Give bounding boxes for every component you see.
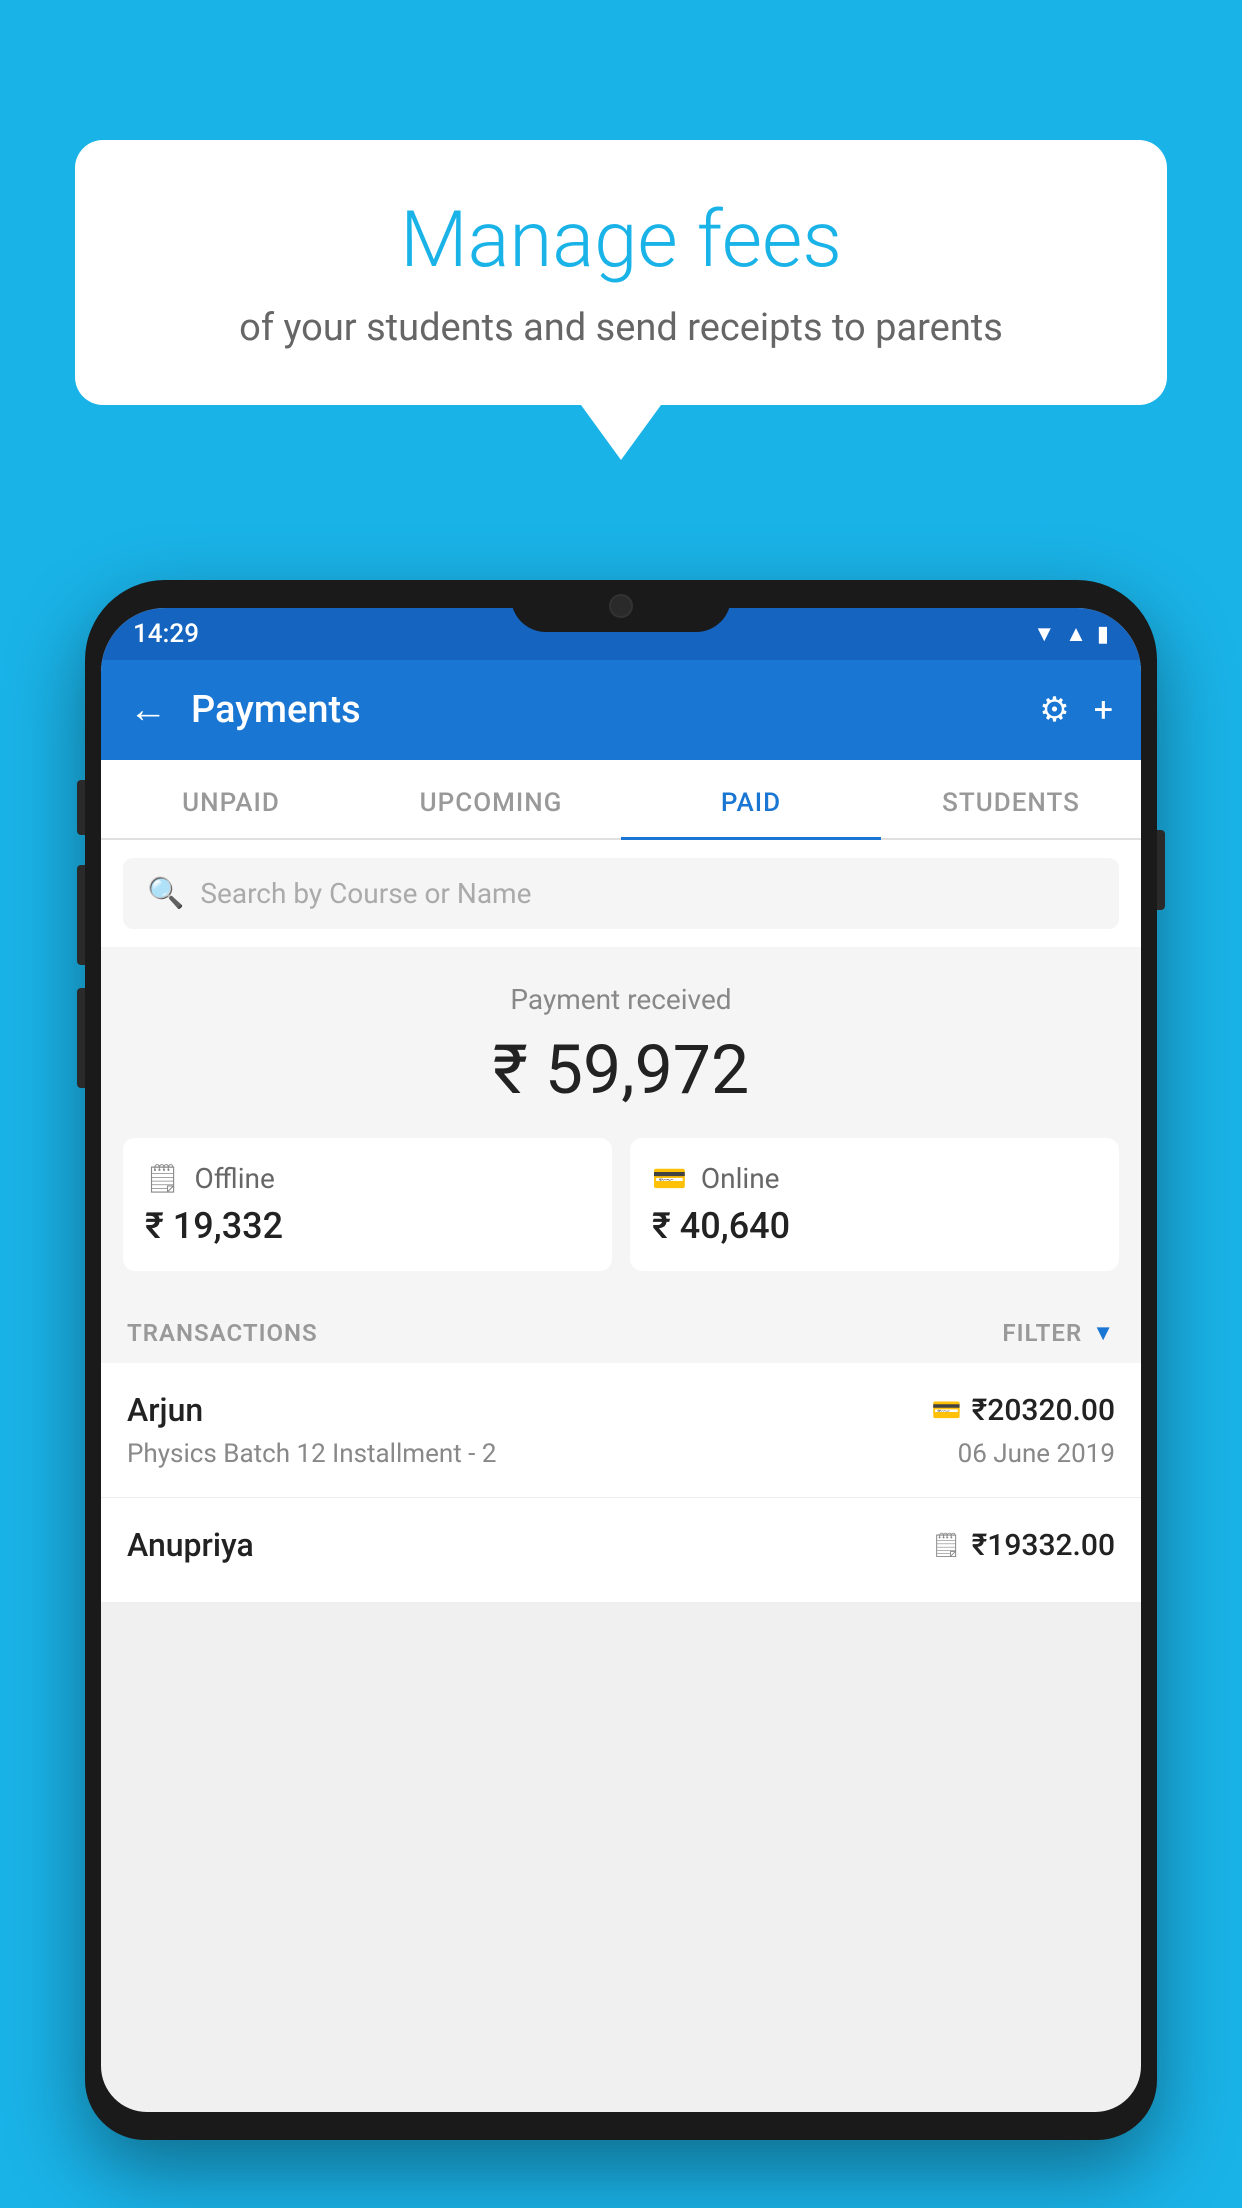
transaction-amount-1: ₹20320.00 xyxy=(972,1393,1115,1428)
phone-device: 14:29 ▼ ▲ ▮ ← Payments ⚙ + UNPAID xyxy=(85,580,1157,2140)
transaction-row-1[interactable]: Arjun 💳 ₹20320.00 Physics Batch 12 Insta… xyxy=(101,1363,1141,1498)
filter-label: FILTER xyxy=(1002,1319,1082,1347)
transaction-bottom-1: Physics Batch 12 Installment - 2 06 June… xyxy=(127,1439,1115,1469)
transaction-row-2[interactable]: Anupriya 🗒 ₹19332.00 xyxy=(101,1498,1141,1603)
filter-icon: ▼ xyxy=(1092,1320,1115,1346)
phone-screen: 14:29 ▼ ▲ ▮ ← Payments ⚙ + UNPAID xyxy=(101,608,1141,2112)
offline-icon: 🗒 xyxy=(145,1162,181,1195)
speech-bubble-subtitle: of your students and send receipts to pa… xyxy=(135,306,1107,350)
transaction-amount-row-1: 💳 ₹20320.00 xyxy=(932,1393,1115,1428)
online-icon: 💳 xyxy=(652,1162,687,1195)
offline-label: Offline xyxy=(195,1162,275,1195)
settings-icon[interactable]: ⚙ xyxy=(1039,690,1069,730)
payment-total-amount: ₹ 59,972 xyxy=(101,1030,1141,1110)
volume-button-right xyxy=(1157,830,1165,910)
app-bar: ← Payments ⚙ + xyxy=(101,660,1141,760)
online-label: Online xyxy=(701,1162,780,1195)
signal-icon: ▲ xyxy=(1065,621,1087,647)
search-input[interactable]: Search by Course or Name xyxy=(200,877,531,910)
add-button[interactable]: + xyxy=(1094,690,1113,730)
phone-container: 14:29 ▼ ▲ ▮ ← Payments ⚙ + UNPAID xyxy=(85,580,1157,2208)
status-icons: ▼ ▲ ▮ xyxy=(1033,621,1109,647)
transactions-header: TRANSACTIONS FILTER ▼ xyxy=(101,1299,1141,1363)
speech-bubble: Manage fees of your students and send re… xyxy=(75,140,1167,405)
transactions-label: TRANSACTIONS xyxy=(127,1319,318,1347)
transaction-name-2: Anupriya xyxy=(127,1526,254,1564)
search-bar[interactable]: 🔍 Search by Course or Name xyxy=(123,858,1119,929)
tab-paid[interactable]: PAID xyxy=(621,760,881,838)
payment-summary: Payment received ₹ 59,972 xyxy=(101,947,1141,1138)
power-button xyxy=(77,780,85,835)
transaction-name-1: Arjun xyxy=(127,1391,203,1429)
tab-unpaid[interactable]: UNPAID xyxy=(101,760,361,838)
search-icon: 🔍 xyxy=(147,876,184,911)
online-payment-card: 💳 Online ₹ 40,640 xyxy=(630,1138,1119,1271)
offline-card-header: 🗒 Offline xyxy=(145,1162,590,1195)
transaction-date-1: 06 June 2019 xyxy=(958,1439,1115,1469)
tab-students[interactable]: STUDENTS xyxy=(881,760,1141,838)
phone-camera xyxy=(609,594,633,618)
back-button[interactable]: ← xyxy=(129,688,167,732)
transaction-amount-2: ₹19332.00 xyxy=(972,1528,1115,1563)
filter-button[interactable]: FILTER ▼ xyxy=(1002,1319,1115,1347)
speech-bubble-arrow xyxy=(581,405,661,460)
online-card-header: 💳 Online xyxy=(652,1162,1097,1195)
transaction-top-1: Arjun 💳 ₹20320.00 xyxy=(127,1391,1115,1429)
transaction-top-2: Anupriya 🗒 ₹19332.00 xyxy=(127,1526,1115,1564)
app-bar-actions: ⚙ + xyxy=(1039,690,1113,730)
status-time: 14:29 xyxy=(133,619,199,649)
tabs-bar: UNPAID UPCOMING PAID STUDENTS xyxy=(101,760,1141,840)
online-amount: ₹ 40,640 xyxy=(652,1205,1097,1247)
card-payment-icon: 💳 xyxy=(932,1396,962,1424)
wifi-icon: ▼ xyxy=(1033,621,1055,647)
battery-icon: ▮ xyxy=(1097,622,1109,647)
speech-bubble-container: Manage fees of your students and send re… xyxy=(75,140,1167,460)
volume-up-button xyxy=(77,865,85,965)
transaction-amount-row-2: 🗒 ₹19332.00 xyxy=(931,1528,1115,1563)
tab-upcoming[interactable]: UPCOMING xyxy=(361,760,621,838)
speech-bubble-title: Manage fees xyxy=(135,195,1107,286)
transaction-course-1: Physics Batch 12 Installment - 2 xyxy=(127,1439,496,1469)
phone-notch xyxy=(511,580,731,632)
app-bar-title: Payments xyxy=(191,688,1015,732)
payment-cards: 🗒 Offline ₹ 19,332 💳 Online ₹ 40,640 xyxy=(101,1138,1141,1299)
offline-amount: ₹ 19,332 xyxy=(145,1205,590,1247)
search-container: 🔍 Search by Course or Name xyxy=(101,840,1141,947)
offline-payment-card: 🗒 Offline ₹ 19,332 xyxy=(123,1138,612,1271)
payment-received-label: Payment received xyxy=(101,983,1141,1016)
volume-down-button xyxy=(77,988,85,1088)
cash-payment-icon: 🗒 xyxy=(931,1531,961,1559)
